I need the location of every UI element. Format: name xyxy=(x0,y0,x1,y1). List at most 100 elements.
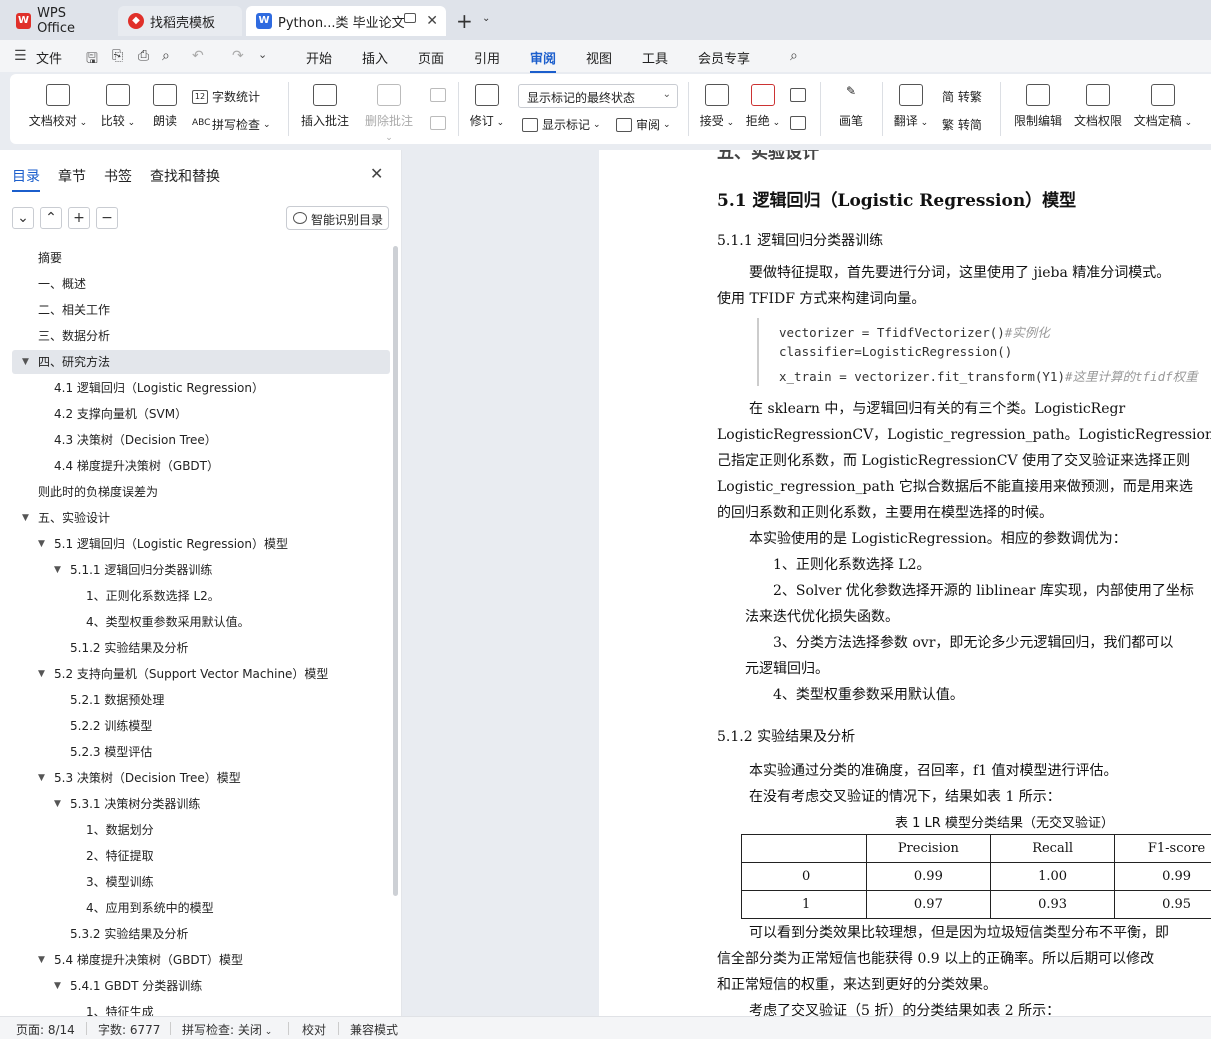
read-aloud-button[interactable]: 朗读 xyxy=(148,84,182,129)
next-comment-button[interactable] xyxy=(430,116,450,130)
toc-item[interactable]: ▼ 5.2 支持向量机（Support Vector Machine）模型 xyxy=(12,662,390,686)
new-tab-icon[interactable]: + xyxy=(456,9,473,33)
toc-item[interactable]: 4.1 逻辑回归（Logistic Regression） xyxy=(12,376,390,400)
add-heading-button[interactable]: + xyxy=(68,207,90,229)
prev-comment-button[interactable] xyxy=(430,88,450,102)
close-icon[interactable]: ✕ xyxy=(370,164,383,183)
menu-file[interactable]: 文件 xyxy=(36,48,62,67)
finalize-button[interactable]: 文档定稿 ⌄ xyxy=(1132,84,1194,129)
toc-item[interactable]: ▼ 5.3.1 决策树分类器训练 xyxy=(12,792,390,816)
expand-toggle-icon[interactable]: ▼ xyxy=(38,532,45,556)
toc-item[interactable]: ▼ 5.1.1 逻辑回归分类器训练 xyxy=(12,558,390,582)
toc-item[interactable]: ▼ 五、实验设计 xyxy=(12,506,390,530)
restrict-edit-button[interactable]: 限制编辑 xyxy=(1012,84,1064,129)
toc-item[interactable]: ▼ 5.3 决策树（Decision Tree）模型 xyxy=(12,766,390,790)
toc-item[interactable]: 2、特征提取 xyxy=(12,844,390,868)
toc-item[interactable]: 1、特征生成 xyxy=(12,1000,390,1016)
spell-check-status[interactable]: 拼写检查: 关闭 ⌄ xyxy=(182,1021,272,1038)
toc-item[interactable]: 1、正则化系数选择 L2。 xyxy=(12,584,390,608)
tab-find-replace[interactable]: 查找和替换 xyxy=(150,166,220,186)
toc-item[interactable]: 4.3 决策树（Decision Tree） xyxy=(12,428,390,452)
undo-icon[interactable]: ↶ xyxy=(192,48,204,64)
expand-toggle-icon[interactable]: ▼ xyxy=(54,792,61,816)
menu-review[interactable]: 审阅 xyxy=(530,48,557,73)
reject-button[interactable]: 拒绝 ⌄ xyxy=(744,84,782,129)
document-page[interactable]: 五、实验设计 5.1 逻辑回归（Logistic Regression）模型 5… xyxy=(599,150,1211,1016)
translate-button[interactable]: 翻译 ⌄ xyxy=(892,84,930,129)
chevron-down-icon[interactable]: ⌄ xyxy=(482,13,490,24)
pen-button[interactable]: ✎ 画笔 xyxy=(834,84,868,129)
expand-toggle-icon[interactable]: ▼ xyxy=(22,506,29,530)
menu-references[interactable]: 引用 xyxy=(474,48,500,67)
doc-check-button[interactable]: 文档校对 ⌄ xyxy=(28,84,88,129)
menu-home[interactable]: 开始 xyxy=(306,48,332,67)
toc-item[interactable]: 二、相关工作 xyxy=(12,298,390,322)
to-traditional-button[interactable]: 简 转繁 xyxy=(942,88,982,105)
toc-item[interactable]: 5.2.2 训练模型 xyxy=(12,714,390,738)
doc-permission-button[interactable]: 文档权限 xyxy=(1072,84,1124,129)
compare-button[interactable]: 比较 ⌄ xyxy=(96,84,140,129)
expand-toggle-icon[interactable]: ▼ xyxy=(38,766,45,790)
tab-document[interactable]: W Python...类 毕业论文 ✕ xyxy=(246,6,446,36)
search-icon[interactable]: ⌕ xyxy=(790,48,798,64)
next-change-button[interactable] xyxy=(790,116,810,130)
expand-toggle-icon[interactable]: ▼ xyxy=(54,974,61,998)
smart-toc-button[interactable]: 智能识别目录 xyxy=(286,206,389,230)
toc-scrollbar[interactable] xyxy=(393,246,398,896)
tab-chapters[interactable]: 章节 xyxy=(58,166,86,186)
toc-item[interactable]: 3、模型训练 xyxy=(12,870,390,894)
tab-templates[interactable]: ◆ 找稻壳模板 xyxy=(118,6,242,36)
toc-item[interactable]: 4、类型权重参数采用默认值。 xyxy=(12,610,390,634)
expand-toggle-icon[interactable]: ▼ xyxy=(38,662,45,686)
close-tab-icon[interactable]: ✕ xyxy=(426,13,438,29)
prev-change-button[interactable] xyxy=(790,88,810,102)
tab-wps-office[interactable]: W WPS Office xyxy=(6,6,114,36)
save-icon[interactable]: 🖫 xyxy=(86,48,98,72)
proofread-status[interactable]: 校对 xyxy=(302,1021,326,1038)
toc-item[interactable]: 4、应用到系统中的模型 xyxy=(12,896,390,920)
delete-comment-button[interactable]: 删除批注 ⌄ xyxy=(360,84,418,143)
menu-page[interactable]: 页面 xyxy=(418,48,444,67)
word-count-status[interactable]: 字数: 6777 xyxy=(98,1021,160,1038)
expand-toggle-icon[interactable]: ▼ xyxy=(22,350,29,374)
track-changes-button[interactable]: 修订 ⌄ xyxy=(468,84,506,129)
redo-icon[interactable]: ↷ xyxy=(232,48,244,64)
hamburger-icon[interactable]: ☰ xyxy=(14,48,27,64)
remove-heading-button[interactable]: − xyxy=(96,207,118,229)
toc-item[interactable]: 三、数据分析 xyxy=(12,324,390,348)
toc-item[interactable]: ▼ 5.4.1 GBDT 分类器训练 xyxy=(12,974,390,998)
review-pane-button[interactable]: 审阅 ⌄ xyxy=(616,116,671,133)
collapse-down-button[interactable]: ⌄ xyxy=(12,207,34,229)
page-indicator[interactable]: 页面: 8/14 xyxy=(16,1021,75,1038)
toc-item[interactable]: 一、概述 xyxy=(12,272,390,296)
accept-button[interactable]: 接受 ⌄ xyxy=(698,84,736,129)
toc-item[interactable]: 1、数据划分 xyxy=(12,818,390,842)
tab-toc[interactable]: 目录 xyxy=(12,166,40,192)
chevron-down-icon[interactable]: ⌄ xyxy=(258,48,267,61)
toc-item[interactable]: 5.2.1 数据预处理 xyxy=(12,688,390,712)
toc-item[interactable]: 5.1.2 实验结果及分析 xyxy=(12,636,390,660)
print-preview-icon[interactable]: ⌕ xyxy=(162,48,170,64)
tab-bookmarks[interactable]: 书签 xyxy=(104,166,132,186)
toc-item[interactable]: ▼ 5.1 逻辑回归（Logistic Regression）模型 xyxy=(12,532,390,556)
toc-item[interactable]: 4.2 支撑向量机（SVM） xyxy=(12,402,390,426)
window-restore-icon[interactable] xyxy=(404,13,416,23)
expand-toggle-icon[interactable]: ▼ xyxy=(54,558,61,582)
print-icon[interactable]: ⎙ xyxy=(138,48,149,64)
toc-item[interactable]: 则此时的负梯度误差为 xyxy=(12,480,390,504)
menu-member[interactable]: 会员专享 xyxy=(698,48,750,67)
menu-tools[interactable]: 工具 xyxy=(642,48,668,67)
to-simplified-button[interactable]: 繁 转简 xyxy=(942,116,982,133)
toc-item[interactable]: 4.4 梯度提升决策树（GBDT） xyxy=(12,454,390,478)
toc-item[interactable]: ▼ 5.4 梯度提升决策树（GBDT）模型 xyxy=(12,948,390,972)
expand-toggle-icon[interactable]: ▼ xyxy=(38,948,45,972)
toc-item[interactable]: 5.2.3 模型评估 xyxy=(12,740,390,764)
toc-item[interactable]: 5.3.2 实验结果及分析 xyxy=(12,922,390,946)
collapse-up-button[interactable]: ⌃ xyxy=(40,207,62,229)
spell-check-button[interactable]: ABC 拼写检查 ⌄ xyxy=(192,116,271,133)
menu-insert[interactable]: 插入 xyxy=(362,48,388,67)
toc-item[interactable]: 摘要 xyxy=(12,246,390,270)
toc-item[interactable]: ▼ 四、研究方法 xyxy=(12,350,390,374)
show-markup-button[interactable]: 显示标记 ⌄ xyxy=(522,116,601,133)
insert-comment-button[interactable]: 插入批注 xyxy=(300,84,350,129)
